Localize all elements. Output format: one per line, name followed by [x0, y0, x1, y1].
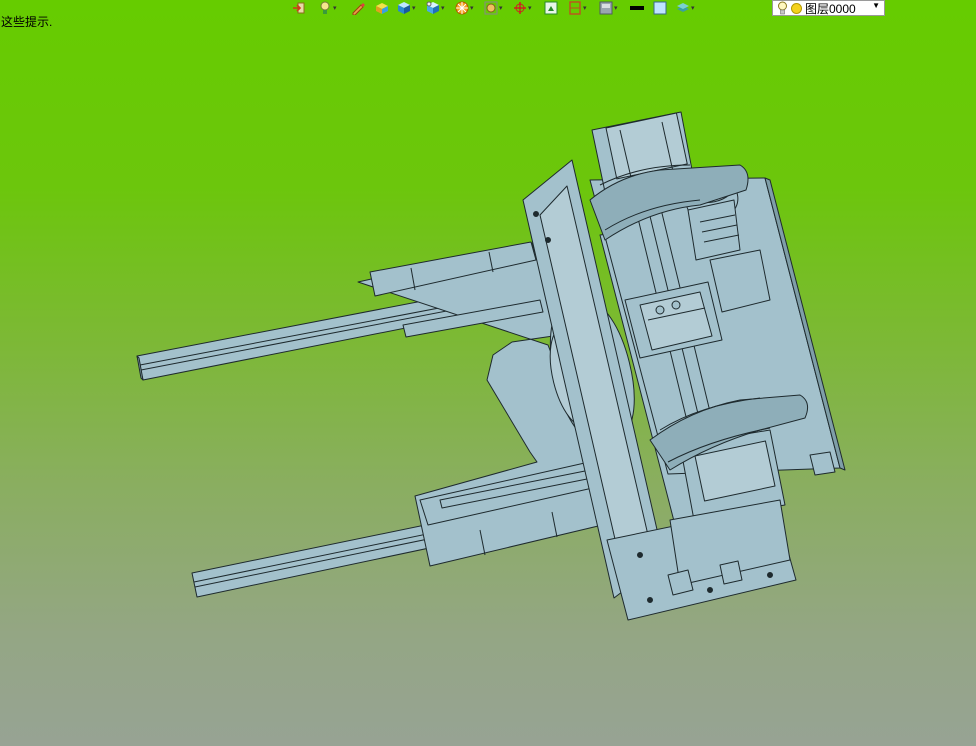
cad-viewport[interactable]: [0, 0, 976, 746]
